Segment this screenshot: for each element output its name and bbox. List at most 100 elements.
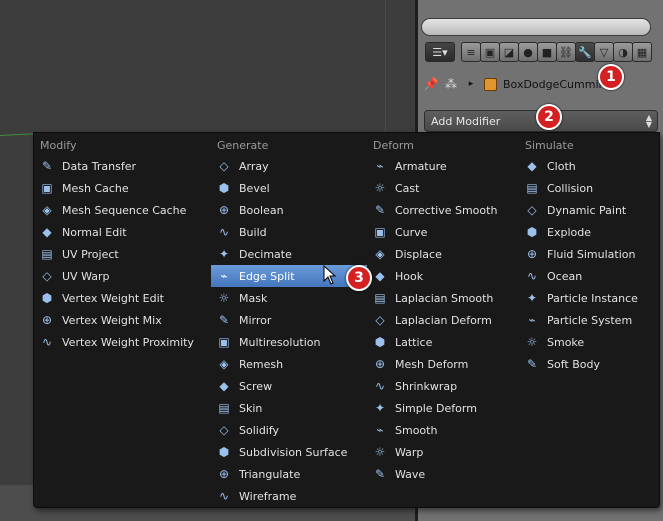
- menu-item-multiresolution[interactable]: ▣ Multiresolution: [211, 331, 367, 353]
- menu-item-uv-project[interactable]: ▤ UV Project: [34, 243, 211, 265]
- menu-item-vertex-weight-mix[interactable]: ⊕ Vertex Weight Mix: [34, 309, 211, 331]
- menu-item-dynamic-paint[interactable]: ◇ Dynamic Paint: [519, 199, 659, 221]
- dropdown-arrows-icon: ▲ ▼: [645, 113, 652, 129]
- menu-item-data-transfer[interactable]: ✎ Data Transfer: [34, 155, 211, 177]
- scrollbar[interactable]: [421, 18, 651, 36]
- tab-constraints[interactable]: ⛓: [556, 42, 576, 62]
- menu-item-subdivision-surface[interactable]: ⬢ Subdivision Surface: [211, 441, 367, 463]
- render-icon: ▣: [484, 45, 496, 59]
- tab-data[interactable]: ▽: [594, 42, 614, 62]
- object-cube-icon: [484, 77, 497, 91]
- menu-item-label: Displace: [395, 247, 442, 261]
- menu-item-label: UV Warp: [62, 269, 110, 283]
- menu-item-mirror[interactable]: ✎ Mirror: [211, 309, 367, 331]
- menu-item-corrective-smooth[interactable]: ✎ Corrective Smooth: [367, 199, 519, 221]
- lattice-icon: ⬢: [374, 335, 386, 349]
- edge-split-icon: ⌁: [220, 269, 228, 283]
- menu-item-particle-instance[interactable]: ✦ Particle Instance: [519, 287, 659, 309]
- menu-item-displace[interactable]: ◈ Displace: [367, 243, 519, 265]
- menu-item-decimate[interactable]: ✦ Decimate: [211, 243, 367, 265]
- menu-item-smooth[interactable]: ⌁ Smooth: [367, 419, 519, 441]
- tab-material[interactable]: ◑: [613, 42, 633, 62]
- menu-item-laplacian-smooth[interactable]: ▤ Laplacian Smooth: [367, 287, 519, 309]
- breadcrumb: 📌 ⁂ ▸ BoxDodgeCummin: [424, 74, 606, 94]
- menu-item-vertex-weight-edit[interactable]: ⬢ Vertex Weight Edit: [34, 287, 211, 309]
- menu-item-cast[interactable]: ☼ Cast: [367, 177, 519, 199]
- editor-type-icon: ☰▾: [432, 45, 448, 59]
- menu-item-smoke[interactable]: ☼ Smoke: [519, 331, 659, 353]
- menu-item-remesh[interactable]: ◈ Remesh: [211, 353, 367, 375]
- menu-item-curve[interactable]: ▣ Curve: [367, 221, 519, 243]
- menu-item-bevel[interactable]: ⬢ Bevel: [211, 177, 367, 199]
- menu-item-mask[interactable]: ☼ Mask: [211, 287, 367, 309]
- menu-item-label: Mesh Deform: [395, 357, 469, 371]
- menu-item-array[interactable]: ◇ Array: [211, 155, 367, 177]
- menu-item-lattice[interactable]: ⬢ Lattice: [367, 331, 519, 353]
- build-icon: ∿: [218, 225, 230, 239]
- object-data-icon: ⁂: [445, 77, 457, 91]
- soft-body-icon: ✎: [526, 357, 538, 371]
- menu-item-hook[interactable]: ◆ Hook: [367, 265, 519, 287]
- menu-item-wave[interactable]: ✎ Wave: [367, 463, 519, 485]
- data-transfer-icon: ✎: [41, 159, 53, 173]
- tab-texture[interactable]: ▦: [632, 42, 652, 62]
- menu-item-simple-deform[interactable]: ✦ Simple Deform: [367, 397, 519, 419]
- menu-item-label: Bevel: [239, 181, 270, 195]
- corrective-smooth-icon: ✎: [374, 203, 386, 217]
- menu-item-boolean[interactable]: ⊕ Boolean: [211, 199, 367, 221]
- particle-system-icon: ⌁: [528, 313, 536, 327]
- tab-render-layers[interactable]: ≡: [461, 42, 481, 62]
- menu-item-label: Mesh Sequence Cache: [62, 203, 187, 217]
- curve-icon: ▣: [374, 225, 386, 239]
- menu-item-fluid-simulation[interactable]: ⊕ Fluid Simulation: [519, 243, 659, 265]
- menu-item-label: Smooth: [395, 423, 438, 437]
- tab-modifiers-wrench[interactable]: 🔧: [575, 42, 595, 62]
- menu-item-normal-edit[interactable]: ◆ Normal Edit: [34, 221, 211, 243]
- menu-item-collision[interactable]: ▤ Collision: [519, 177, 659, 199]
- menu-item-shrinkwrap[interactable]: ∿ Shrinkwrap: [367, 375, 519, 397]
- menu-item-particle-system[interactable]: ⌁ Particle System: [519, 309, 659, 331]
- editor-type-button[interactable]: ☰▾: [425, 42, 455, 62]
- menu-item-mesh-cache[interactable]: ▣ Mesh Cache: [34, 177, 211, 199]
- menu-item-label: Particle System: [547, 313, 633, 327]
- menu-item-skin[interactable]: ▤ Skin: [211, 397, 367, 419]
- menu-item-armature[interactable]: ⌁ Armature: [367, 155, 519, 177]
- tab-scene[interactable]: ◪: [499, 42, 519, 62]
- tab-world[interactable]: ●: [518, 42, 538, 62]
- menu-item-mesh-sequence-cache[interactable]: ◈ Mesh Sequence Cache: [34, 199, 211, 221]
- menu-item-laplacian-deform[interactable]: ◇ Laplacian Deform: [367, 309, 519, 331]
- menu-item-edge-split[interactable]: ⌁ Edge Split: [211, 265, 367, 287]
- tab-object[interactable]: ■: [537, 42, 557, 62]
- menu-item-ocean[interactable]: ∿ Ocean: [519, 265, 659, 287]
- properties-tabs: ☰▾ ≡ ▣ ◪ ● ■ ⛓ 🔧 ▽ ◑ ▦: [425, 42, 663, 64]
- menu-item-warp[interactable]: ☼ Warp: [367, 441, 519, 463]
- callout-badge-2: 2: [536, 104, 562, 130]
- menu-item-label: Vertex Weight Edit: [62, 291, 164, 305]
- tab-render[interactable]: ▣: [480, 42, 500, 62]
- menu-item-vertex-weight-proximity[interactable]: ∿ Vertex Weight Proximity: [34, 331, 211, 353]
- object-icon: ■: [541, 45, 553, 59]
- triangulate-icon: ⊕: [218, 467, 230, 481]
- menu-item-cloth[interactable]: ◆ Cloth: [519, 155, 659, 177]
- pin-icon[interactable]: 📌: [424, 77, 439, 91]
- menu-item-solidify[interactable]: ◇ Solidify: [211, 419, 367, 441]
- menu-item-label: Subdivision Surface: [239, 445, 348, 459]
- simple-deform-icon: ✦: [374, 401, 386, 415]
- menu-item-label: Ocean: [547, 269, 583, 283]
- menu-item-wireframe[interactable]: ∿ Wireframe: [211, 485, 367, 507]
- hook-icon: ◆: [375, 269, 385, 283]
- displace-icon: ◈: [375, 247, 385, 261]
- menu-item-soft-body[interactable]: ✎ Soft Body: [519, 353, 659, 375]
- menu-column-simulate: Simulate ◆ Cloth ▤ Collision ◇ Dynamic Paint ⬢ E…: [519, 133, 659, 375]
- menu-item-screw[interactable]: ◆ Screw: [211, 375, 367, 397]
- menu-item-build[interactable]: ∿ Build: [211, 221, 367, 243]
- smoke-icon: ☼: [526, 335, 538, 349]
- menu-item-explode[interactable]: ⬢ Explode: [519, 221, 659, 243]
- menu-item-label: Soft Body: [547, 357, 600, 371]
- menu-item-triangulate[interactable]: ⊕ Triangulate: [211, 463, 367, 485]
- menu-item-label: Solidify: [239, 423, 280, 437]
- menu-column-generate: Generate ◇ Array ⬢ Bevel ⊕ Boolean ∿ Build ✦ Decim…: [211, 133, 367, 507]
- menu-item-uv-warp[interactable]: ◇ UV Warp: [34, 265, 211, 287]
- menu-item-mesh-deform[interactable]: ⊕ Mesh Deform: [367, 353, 519, 375]
- scene-icon: ◪: [503, 45, 515, 59]
